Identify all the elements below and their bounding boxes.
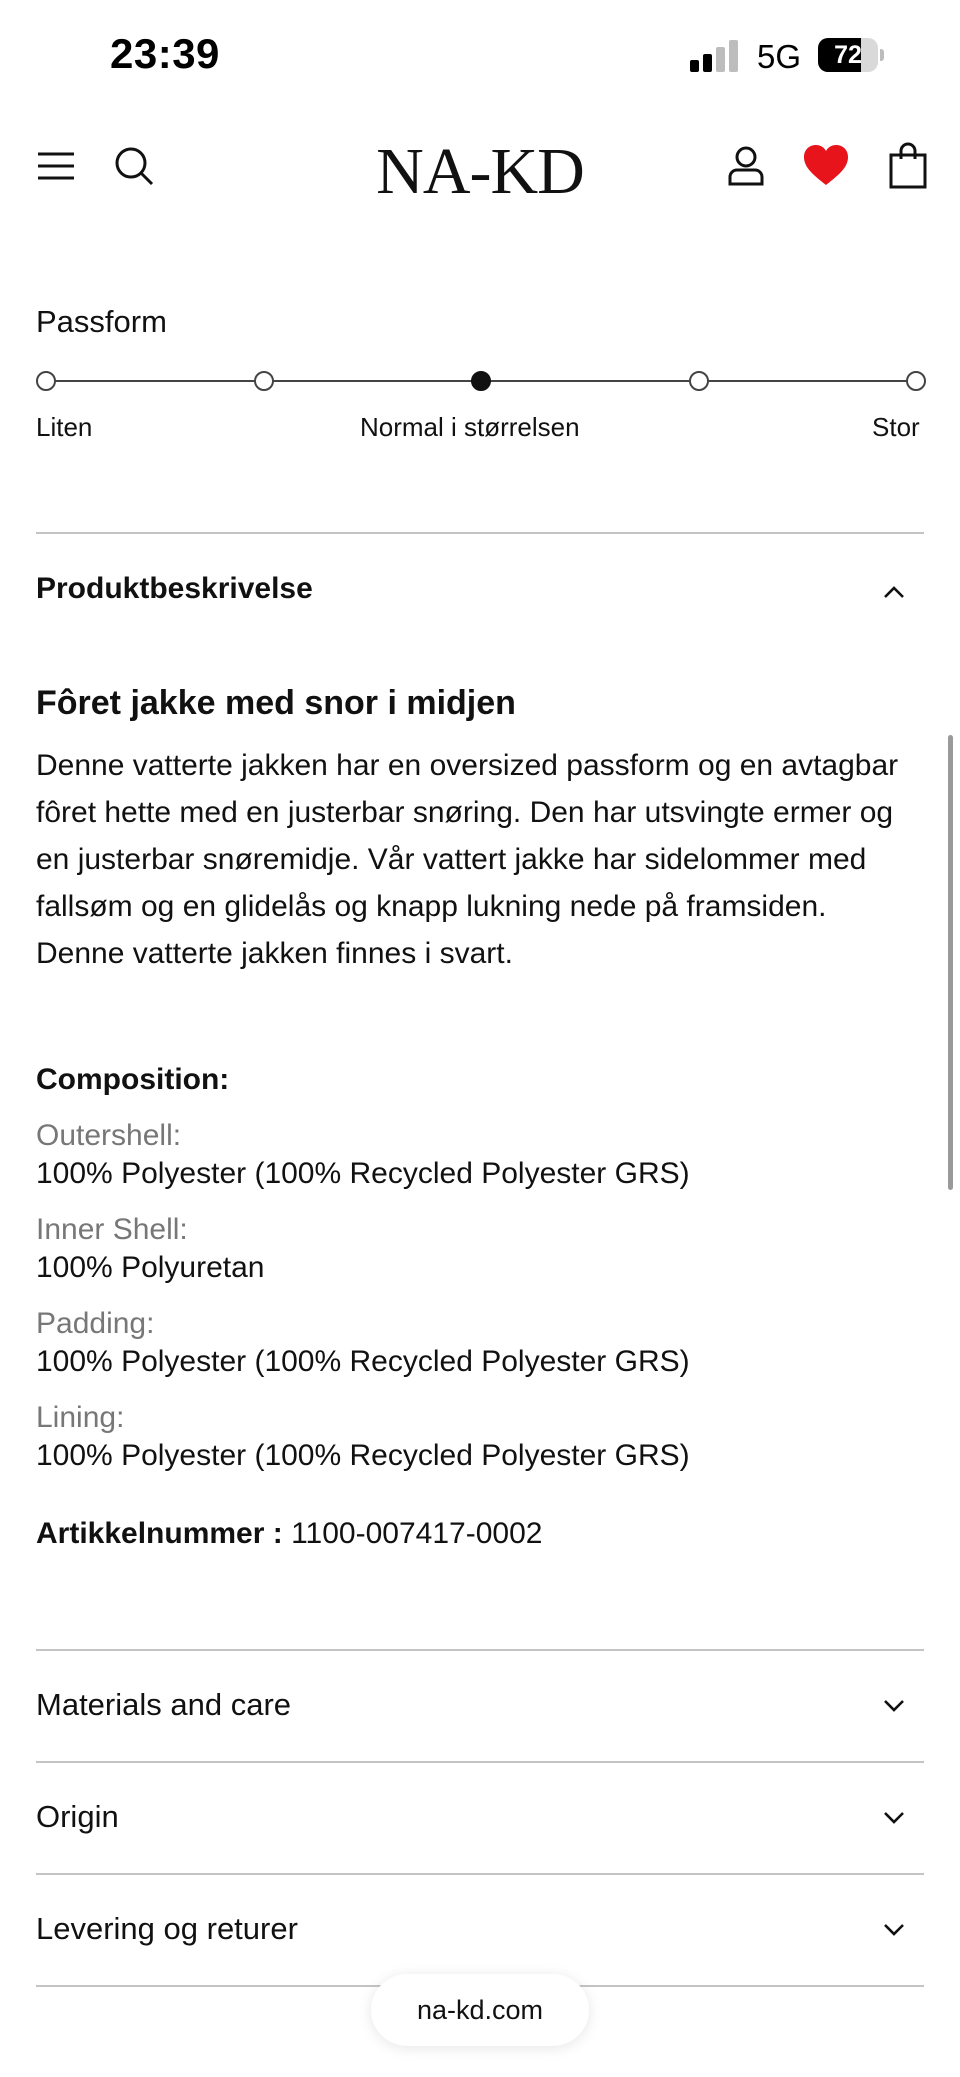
composition-lining: Lining: 100% Polyester (100% Recycled Po… xyxy=(36,1399,916,1475)
network-type: 5G xyxy=(757,38,802,75)
composition-part: Inner Shell: xyxy=(36,1213,188,1246)
search-icon[interactable] xyxy=(110,142,158,190)
fit-scale xyxy=(36,366,926,396)
composition-padding: Padding: 100% Polyester (100% Recycled P… xyxy=(36,1305,916,1381)
status-time: 23:39 xyxy=(110,30,220,77)
status-bar: 23:39 5G 72 xyxy=(0,0,960,110)
menu-icon[interactable] xyxy=(32,142,80,190)
fit-dot xyxy=(253,371,274,391)
user-icon[interactable] xyxy=(722,142,770,190)
product-description: Denne vatterte jakken har en oversized p… xyxy=(36,749,899,970)
accordion-origin[interactable]: Origin xyxy=(36,1799,119,1835)
composition-material: 100% Polyuretan xyxy=(36,1251,265,1284)
divider xyxy=(36,532,924,534)
composition-heading: Composition: xyxy=(36,1063,230,1096)
fit-label: Passform xyxy=(36,304,167,339)
product-title: Fôret jakke med snor i midjen xyxy=(36,684,516,722)
scrollbar[interactable] xyxy=(948,735,953,1190)
fit-caption-normal: Normal i størrelsen xyxy=(360,412,580,442)
brand-logo[interactable]: NA-KD xyxy=(340,134,620,210)
description-section-title[interactable]: Produktbeskrivelse xyxy=(36,572,313,606)
site-header: NA-KD xyxy=(0,110,960,230)
fit-caption-large: Stor xyxy=(872,412,920,442)
article-number-value: 1100-007417-0002 xyxy=(291,1517,543,1550)
browser-url-bar[interactable]: na-kd.com xyxy=(371,1974,589,2046)
composition-material: 100% Polyester (100% Recycled Polyester … xyxy=(36,1157,690,1190)
composition-outershell: Outershell: 100% Polyester (100% Recycle… xyxy=(36,1117,916,1193)
composition-inner-shell: Inner Shell: 100% Polyuretan xyxy=(36,1211,916,1287)
fit-dot xyxy=(36,371,56,391)
divider xyxy=(36,1649,924,1651)
chevron-down-icon[interactable] xyxy=(880,1916,908,1944)
accordion-delivery-returns[interactable]: Levering og returer xyxy=(36,1911,298,1947)
article-number-label: Artikkelnummer : xyxy=(36,1517,283,1550)
chevron-down-icon[interactable] xyxy=(880,1692,908,1720)
chevron-down-icon[interactable] xyxy=(880,1804,908,1832)
shopping-bag-icon[interactable] xyxy=(884,142,932,190)
composition-material: 100% Polyester (100% Recycled Polyester … xyxy=(36,1345,690,1378)
composition-part: Lining: xyxy=(36,1401,125,1434)
chevron-up-icon[interactable] xyxy=(880,578,908,606)
composition-material: 100% Polyester (100% Recycled Polyester … xyxy=(36,1439,690,1472)
composition-part: Padding: xyxy=(36,1307,155,1340)
battery-level: 72 xyxy=(834,41,862,69)
divider xyxy=(36,1761,924,1763)
fit-dot xyxy=(688,371,709,391)
composition-part: Outershell: xyxy=(36,1119,182,1152)
fit-dot-selected xyxy=(471,371,491,391)
heart-icon[interactable] xyxy=(802,142,850,190)
fit-caption-small: Liten xyxy=(36,412,93,442)
divider xyxy=(36,1873,924,1875)
article-number-row: Artikkelnummer : 1100-007417-0002 xyxy=(36,1517,542,1551)
fit-dot xyxy=(906,371,926,391)
accordion-materials-and-care[interactable]: Materials and care xyxy=(36,1687,291,1723)
signal-icon xyxy=(690,40,742,72)
battery-icon: 72 xyxy=(818,38,884,72)
